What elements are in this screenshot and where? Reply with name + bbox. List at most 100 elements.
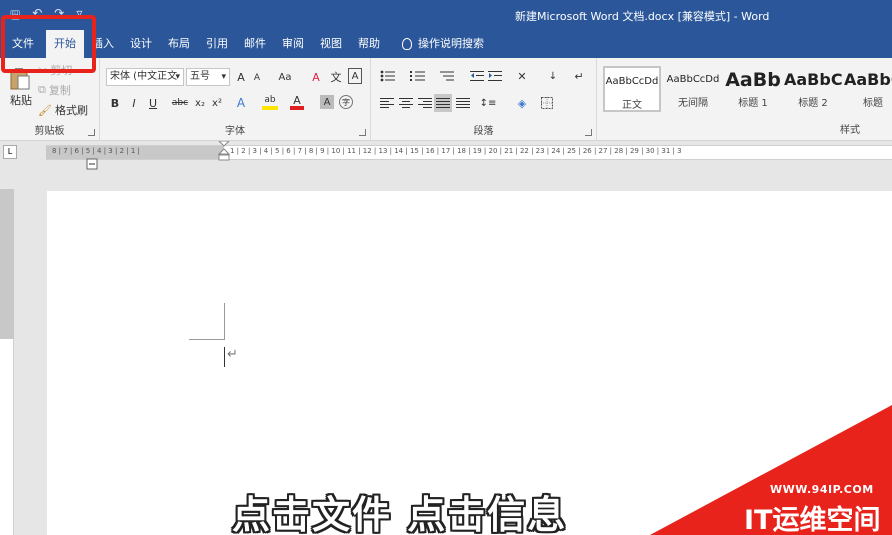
chevron-down-icon: ▾ xyxy=(221,72,226,82)
bullets-icon[interactable] xyxy=(379,68,397,84)
copy-label: 复制 xyxy=(48,84,71,97)
highlight-button[interactable]: ab xyxy=(262,94,278,110)
italic-button[interactable]: I xyxy=(128,95,140,111)
multilevel-list-icon[interactable] xyxy=(439,68,457,84)
tab-review[interactable]: 审阅 xyxy=(274,30,312,58)
font-group-label: 字体 xyxy=(225,126,245,137)
shading-icon[interactable]: ◈ xyxy=(513,96,531,110)
show-marks-icon[interactable]: ↵ xyxy=(571,68,587,84)
margin-corner-mark xyxy=(189,339,225,340)
tab-layout[interactable]: 布局 xyxy=(160,30,198,58)
paragraph-group-label: 段落 xyxy=(473,126,494,137)
tab-help[interactable]: 帮助 xyxy=(350,30,388,58)
font-size-value: 五号 xyxy=(190,71,210,82)
font-color-button[interactable]: A xyxy=(290,94,304,110)
style-no-spacing[interactable]: AaBbCcDd 无间隔 xyxy=(664,66,722,112)
brush-icon: 🖌 xyxy=(38,103,52,117)
watermark-brand: IT运维空间 xyxy=(744,505,881,535)
clear-format-button[interactable]: A xyxy=(308,69,324,85)
text-effects-button[interactable]: A xyxy=(234,95,248,111)
text-caret xyxy=(224,347,225,367)
tab-selector-button[interactable]: L xyxy=(3,145,17,159)
video-subtitle: 点击文件 点击信息 xyxy=(232,493,568,535)
tab-references[interactable]: 引用 xyxy=(198,30,236,58)
line-spacing-icon[interactable]: ↕≡ xyxy=(479,96,497,110)
style-name: 标题 1 xyxy=(738,98,768,109)
style-normal[interactable]: AaBbCcDd 正文 xyxy=(603,66,661,112)
shrink-font-button[interactable]: A xyxy=(251,71,263,85)
font-group: 宋体 (中文正文 ▾ 五号 ▾ A A Aa A 文 A B I U abc x₂ … xyxy=(100,58,371,141)
horizontal-ruler[interactable]: 8 | 7 | 6 | 5 | 4 | 3 | 2 | 1 | 1 | 2 | … xyxy=(46,145,892,160)
tab-mailings[interactable]: 邮件 xyxy=(236,30,274,58)
distributed-icon[interactable] xyxy=(455,96,471,110)
ruler-left-numbers: 8 | 7 | 6 | 5 | 4 | 3 | 2 | 1 | xyxy=(52,147,140,155)
enclose-characters-button[interactable]: 字 xyxy=(339,95,353,109)
character-shading-button[interactable]: A xyxy=(320,95,334,109)
underline-button[interactable]: U xyxy=(146,95,160,111)
vertical-ruler-margin xyxy=(0,189,14,339)
style-name: 无间隔 xyxy=(678,98,708,109)
chevron-down-icon: ▾ xyxy=(175,72,180,82)
paragraph-mark: ↵ xyxy=(227,347,238,362)
copy-icon: ⧉ xyxy=(38,83,46,96)
margin-corner-mark xyxy=(224,303,225,340)
superscript-button[interactable]: x² xyxy=(210,95,224,111)
column-marker-icon[interactable] xyxy=(86,158,98,170)
style-name: 标题 xyxy=(863,98,883,109)
word-window: { "titlebar": { "title": "新建Microsoft Wo… xyxy=(0,0,892,535)
ribbon: 粘贴 ✂ 剪切 ⧉ 复制 🖌 格式刷 剪贴板 宋体 (中文正文 ▾ 五号 ▾ A A Aa… xyxy=(0,58,892,141)
highlight-box xyxy=(1,15,96,73)
font-launcher-icon[interactable] xyxy=(359,129,366,136)
styles-gallery: AaBbCcDd 正文 AaBbCcDd 无间隔 AaBb 标题 1 AaBbC… xyxy=(603,66,892,118)
paragraph-group: ✕ ↓ ↵ ↕≡ ◈ 段落 xyxy=(371,58,597,141)
change-case-button[interactable]: Aa xyxy=(274,69,296,85)
font-size-select[interactable]: 五号 ▾ xyxy=(186,68,230,86)
sort-icon[interactable]: ↓ xyxy=(545,68,561,84)
bold-button[interactable]: B xyxy=(108,95,122,111)
align-left-icon[interactable] xyxy=(379,96,395,110)
character-border-button[interactable]: A xyxy=(348,68,362,84)
style-sample: AaBbCcDd xyxy=(605,76,659,87)
ribbon-tabs: 文件 开始 插入 设计 布局 引用 邮件 审阅 视图 帮助 操作说明搜索 xyxy=(0,30,892,58)
paragraph-launcher-icon[interactable] xyxy=(585,129,592,136)
tell-me-search[interactable]: 操作说明搜索 xyxy=(394,30,492,58)
style-name: 正文 xyxy=(622,100,642,111)
clipboard-launcher-icon[interactable] xyxy=(88,129,95,136)
align-right-icon[interactable] xyxy=(417,96,433,110)
style-sample: AaBb xyxy=(725,69,781,91)
vertical-ruler[interactable] xyxy=(0,189,14,535)
decrease-indent-icon[interactable] xyxy=(469,68,485,84)
format-painter-label: 格式刷 xyxy=(54,104,88,117)
style-sample: AaBbC xyxy=(784,70,842,89)
title-bar: 🖫 ↶ ↷ ▿ 新建Microsoft Word 文档.docx [兼容模式] … xyxy=(0,0,892,30)
font-name-value: 宋体 (中文正文 xyxy=(110,71,178,82)
ruler-area: L 8 | 7 | 6 | 5 | 4 | 3 | 2 | 1 | 1 | 2 … xyxy=(0,141,892,189)
asian-layout-icon[interactable]: ✕ xyxy=(513,68,531,84)
borders-icon[interactable] xyxy=(539,96,555,110)
style-sample: AaBbC xyxy=(844,70,892,89)
justify-icon[interactable] xyxy=(434,94,452,112)
style-name: 标题 2 xyxy=(798,98,828,109)
numbering-icon[interactable] xyxy=(409,68,427,84)
ruler-right-numbers: 1 | 2 | 3 | 4 | 5 | 6 | 7 | 8 | 9 | 10 |… xyxy=(230,147,682,155)
style-heading-1[interactable]: AaBb 标题 1 xyxy=(724,66,782,112)
clipboard-group-label: 剪贴板 xyxy=(34,126,65,137)
align-center-icon[interactable] xyxy=(398,96,414,110)
style-title[interactable]: AaBbC 标题 xyxy=(844,66,892,112)
styles-group-label: 样式 xyxy=(840,125,860,136)
copy-button[interactable]: ⧉ 复制 xyxy=(38,83,71,97)
style-heading-2[interactable]: AaBbC 标题 2 xyxy=(784,66,842,112)
strikethrough-button[interactable]: abc xyxy=(172,95,188,111)
grow-font-button[interactable]: A xyxy=(234,69,248,85)
font-name-select[interactable]: 宋体 (中文正文 ▾ xyxy=(106,68,184,86)
tab-design[interactable]: 设计 xyxy=(122,30,160,58)
watermark-url: WWW.94IP.COM xyxy=(770,483,874,496)
phonetic-guide-button[interactable]: 文 xyxy=(328,69,344,85)
indent-marker-icon[interactable] xyxy=(218,141,230,163)
window-title: 新建Microsoft Word 文档.docx [兼容模式] - Word xyxy=(515,10,770,23)
format-painter-button[interactable]: 🖌 格式刷 xyxy=(38,103,88,118)
paste-button[interactable]: 粘贴 xyxy=(8,93,34,107)
subscript-button[interactable]: x₂ xyxy=(193,95,207,111)
tab-view[interactable]: 视图 xyxy=(312,30,350,58)
increase-indent-icon[interactable] xyxy=(487,68,503,84)
